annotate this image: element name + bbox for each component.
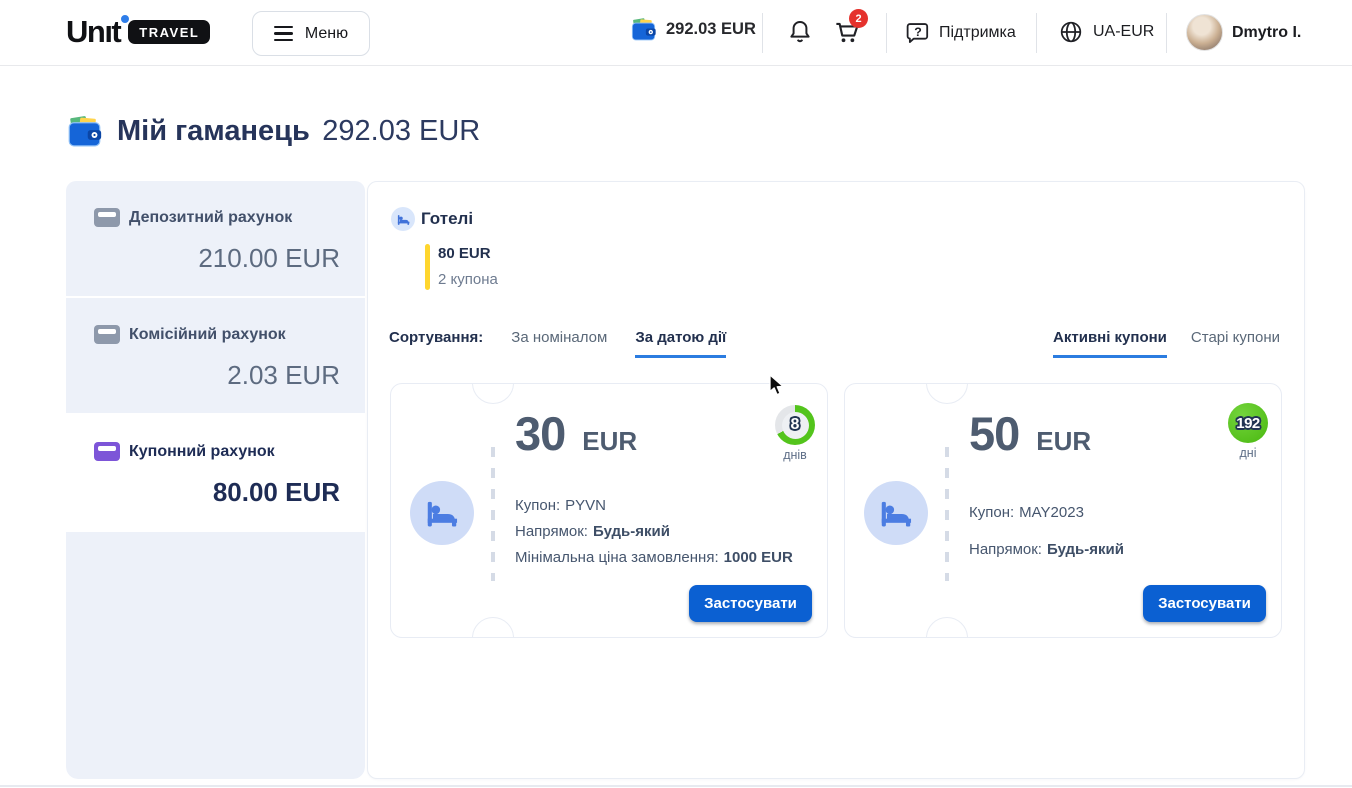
sidebar-filler xyxy=(66,532,365,779)
user-name: Dmytro I. xyxy=(1232,24,1301,42)
days-left-label: днів xyxy=(755,448,835,462)
hotel-bed-icon xyxy=(391,207,415,231)
coupon-card-may2023: 50 EUR 192 дні Купон:MAY2023 Напрямок:Бу… xyxy=(844,383,1282,638)
coupon-amount-value: 50 xyxy=(969,406,1019,461)
sidebar-item-coupon-account[interactable]: Купонний рахунок 80.00 EUR xyxy=(66,415,365,530)
apply-coupon-button[interactable]: Застосувати xyxy=(689,585,812,622)
notifications-button[interactable] xyxy=(786,17,814,47)
section-total: 80 EUR xyxy=(438,245,491,262)
coupons-panel: Готелі 80 EUR 2 купона Сортування: За но… xyxy=(367,181,1305,779)
logo-blue-dot xyxy=(121,15,129,23)
coupon-tabs: Активні купони Старі купони xyxy=(1053,329,1280,358)
menu-button[interactable]: Меню xyxy=(252,11,370,56)
coupon-direction-line: Напрямок:Будь-який xyxy=(969,541,1124,558)
account-balance: 80.00 EUR xyxy=(94,477,340,508)
coupon-code-line: Купон:PYVN xyxy=(515,497,606,514)
sort-by-nominal[interactable]: За номіналом xyxy=(511,329,607,355)
sidebar-item-commission-account[interactable]: Комісійний рахунок 2.03 EUR xyxy=(66,298,365,413)
account-balance: 2.03 EUR xyxy=(94,360,340,391)
ticket-notch xyxy=(926,617,968,659)
apply-coupon-button[interactable]: Застосувати xyxy=(1143,585,1266,622)
tab-old-coupons[interactable]: Старі купони xyxy=(1191,329,1280,358)
days-left-indicator: 8 днів xyxy=(755,405,835,462)
cart-button[interactable]: 2 xyxy=(832,17,862,47)
ticket-dashed-divider xyxy=(491,447,495,581)
user-menu[interactable]: Dmytro I. xyxy=(1186,14,1301,51)
account-label: Депозитний рахунок xyxy=(129,209,292,227)
page-title: Мій гаманець 292.03 EUR xyxy=(66,113,480,150)
header-divider xyxy=(1166,13,1167,53)
days-left-value: 8 xyxy=(791,416,800,434)
coupon-amount-currency: EUR xyxy=(1036,426,1091,457)
coupon-direction-line: Напрямок:Будь-який xyxy=(515,523,670,540)
locale-label: UA-EUR xyxy=(1093,23,1154,41)
page-title-amount: 292.03 EUR xyxy=(322,115,480,147)
wallet-page: Unıt TRAVEL Меню 292.03 EUR xyxy=(0,0,1352,788)
sort-by-date[interactable]: За датою дії xyxy=(635,329,726,358)
cart-badge: 2 xyxy=(849,9,868,28)
card-icon xyxy=(94,325,120,344)
account-balance: 210.00 EUR xyxy=(94,243,340,274)
section-coupon-count: 2 купона xyxy=(438,271,498,288)
card-icon xyxy=(94,442,120,461)
days-left-indicator: 192 дні xyxy=(1208,403,1288,460)
ticket-notch xyxy=(472,362,514,404)
account-label: Комісійний рахунок xyxy=(129,326,286,344)
header-wallet-balance[interactable]: 292.03 EUR xyxy=(630,16,756,43)
ticket-notch xyxy=(926,362,968,404)
sidebar-item-deposit-account[interactable]: Депозитний рахунок 210.00 EUR xyxy=(66,181,365,296)
days-left-pie: 192 xyxy=(1228,403,1268,443)
sorting-label: Сортування: xyxy=(389,329,483,346)
svg-text:?: ? xyxy=(914,25,922,39)
days-left-value: 192 xyxy=(1236,415,1260,432)
ticket-notch xyxy=(472,617,514,659)
header-divider xyxy=(762,13,763,53)
ticket-dashed-divider xyxy=(945,447,949,581)
wallet-icon xyxy=(630,16,657,43)
section-title: Готелі xyxy=(421,209,473,229)
hotel-bed-icon xyxy=(410,481,474,545)
coupon-amount-currency: EUR xyxy=(582,426,637,457)
hamburger-icon xyxy=(274,26,293,42)
bell-icon xyxy=(786,17,814,47)
sorting-controls: Сортування: За номіналом За датою дії xyxy=(389,329,726,358)
page-title-label: Мій гаманець xyxy=(117,115,310,147)
days-left-label: дні xyxy=(1208,446,1288,460)
card-icon xyxy=(94,208,120,227)
coupon-card-pyvn: 30 EUR 8 днів Купон:PYVN Напрямок:Будь-я… xyxy=(390,383,828,638)
coupon-amount: 30 EUR xyxy=(515,406,637,461)
wallet-icon xyxy=(66,113,103,150)
support-button[interactable]: ? Підтримка xyxy=(903,19,1016,46)
globe-icon xyxy=(1058,19,1084,45)
header-divider xyxy=(886,13,887,53)
logo[interactable]: Unıt TRAVEL xyxy=(66,14,210,50)
coupon-amount-value: 30 xyxy=(515,406,565,461)
summary-accent-bar xyxy=(425,244,430,290)
accounts-sidebar: Депозитний рахунок 210.00 EUR Комісійний… xyxy=(66,181,365,779)
hotel-bed-icon xyxy=(864,481,928,545)
header-divider xyxy=(1036,13,1037,53)
logo-text: Unıt xyxy=(66,14,120,50)
footer-divider xyxy=(0,785,1352,787)
coupon-min-price-line: Мінімальна ціна замовлення:1000 EUR xyxy=(515,549,793,566)
coupon-code-line: Купон:MAY2023 xyxy=(969,504,1084,521)
support-label: Підтримка xyxy=(939,24,1016,42)
menu-label: Меню xyxy=(305,25,348,43)
header-balance-value: 292.03 EUR xyxy=(666,20,756,39)
top-navbar: Unıt TRAVEL Меню 292.03 EUR xyxy=(0,0,1352,66)
days-left-pie: 8 xyxy=(775,405,815,445)
locale-selector[interactable]: UA-EUR xyxy=(1058,19,1154,45)
account-label: Купонний рахунок xyxy=(129,443,275,461)
tab-active-coupons[interactable]: Активні купони xyxy=(1053,329,1167,358)
coupon-amount: 50 EUR xyxy=(969,406,1091,461)
user-avatar xyxy=(1186,14,1223,51)
support-chat-icon: ? xyxy=(903,19,930,46)
logo-travel-badge: TRAVEL xyxy=(128,20,210,44)
